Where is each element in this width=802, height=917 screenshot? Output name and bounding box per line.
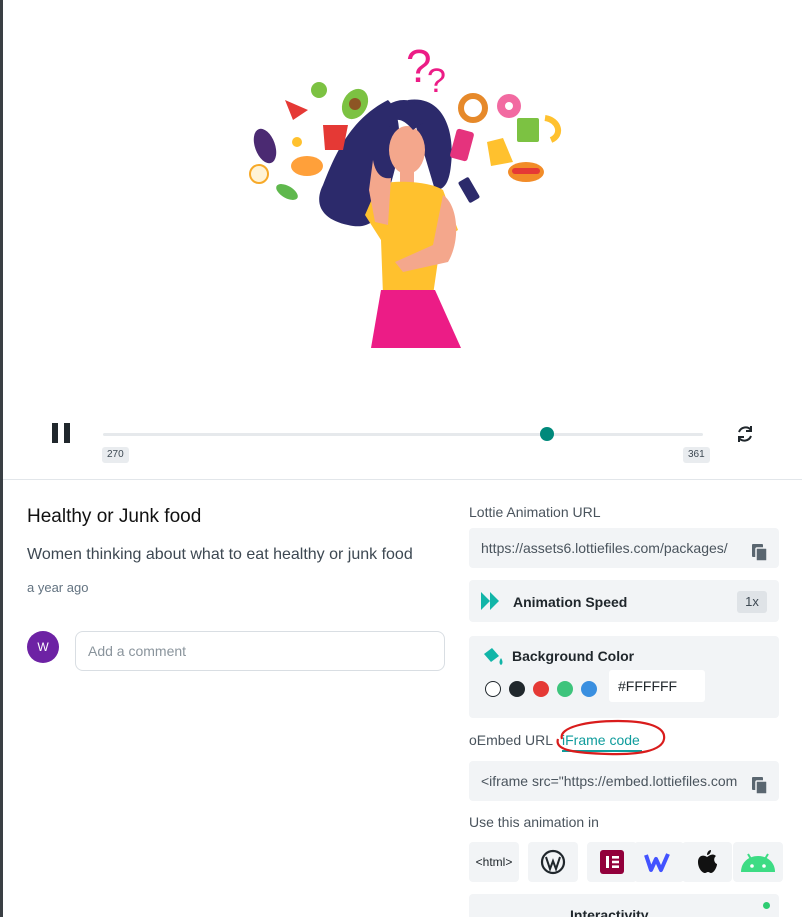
iframe-code-field[interactable]: <iframe src="https://embed.lottiefiles.c… (469, 761, 779, 801)
lottie-url-field[interactable]: https://assets6.lottiefiles.com/packages… (469, 528, 779, 568)
status-dot (763, 902, 770, 909)
wordpress-icon (540, 849, 566, 875)
background-color-label: Background Color (512, 648, 635, 664)
progress-track[interactable] (103, 427, 703, 441)
swatch-white[interactable] (485, 681, 501, 697)
posted-time: a year ago (27, 580, 89, 595)
copy-icon[interactable] (751, 771, 769, 795)
interactivity-button[interactable]: Interactivity (469, 894, 779, 917)
avatar[interactable]: W (27, 631, 59, 663)
loop-button[interactable] (734, 423, 756, 445)
question-mark-icon: ? (427, 62, 446, 100)
end-frame-badge: 361 (683, 447, 710, 463)
animation-description: Women thinking about what to eat healthy… (27, 546, 413, 563)
platform-elementor-button[interactable] (587, 842, 637, 882)
lottie-preview-page: ? ? 270 361 Healthy or Junk food Women t… (0, 0, 802, 917)
section-divider (3, 479, 802, 480)
tab-oembed-url[interactable]: oEmbed URL (469, 732, 553, 748)
animation-illustration: ? ? (249, 40, 562, 348)
animation-stage: ? ? (3, 0, 802, 410)
fast-forward-icon (481, 592, 499, 610)
red-annotation-circle (556, 719, 666, 756)
background-color-panel: Background Color (469, 636, 779, 718)
platform-webflow-button[interactable] (634, 842, 684, 882)
swatch-red[interactable] (533, 681, 549, 697)
webflow-icon (644, 853, 670, 872)
platform-apple-button[interactable] (682, 842, 732, 882)
animation-title: Healthy or Junk food (27, 506, 202, 527)
apple-icon (698, 850, 717, 873)
elementor-icon (600, 850, 624, 874)
platform-wordpress-button[interactable] (528, 842, 578, 882)
interactivity-label: Interactivity (570, 907, 649, 917)
swatch-blue[interactable] (581, 681, 597, 697)
lottie-url-label: Lottie Animation URL (469, 504, 601, 520)
iframe-code-value: <iframe src="https://embed.lottiefiles.c… (481, 773, 738, 789)
html-label: <html> (475, 855, 513, 869)
hex-color-input[interactable] (609, 670, 705, 702)
pause-icon (52, 423, 58, 443)
progress-thumb[interactable] (540, 427, 554, 441)
copy-icon[interactable] (751, 538, 769, 562)
animation-speed-panel[interactable]: Animation Speed 1x (469, 580, 779, 622)
paint-bucket-icon (484, 648, 503, 665)
use-in-label: Use this animation in (469, 814, 599, 830)
swatch-green[interactable] (557, 681, 573, 697)
speed-label: Animation Speed (513, 594, 628, 610)
pause-button[interactable] (52, 423, 70, 443)
platform-android-button[interactable] (733, 842, 783, 882)
platform-html-button[interactable]: <html> (469, 842, 519, 882)
speed-value[interactable]: 1x (737, 591, 767, 613)
swatch-dark[interactable] (509, 681, 525, 697)
loop-icon (738, 426, 752, 442)
lottie-url-value: https://assets6.lottiefiles.com/packages… (481, 540, 728, 556)
android-icon (741, 853, 775, 872)
start-frame-badge: 270 (102, 447, 129, 463)
comment-input[interactable] (75, 631, 445, 671)
